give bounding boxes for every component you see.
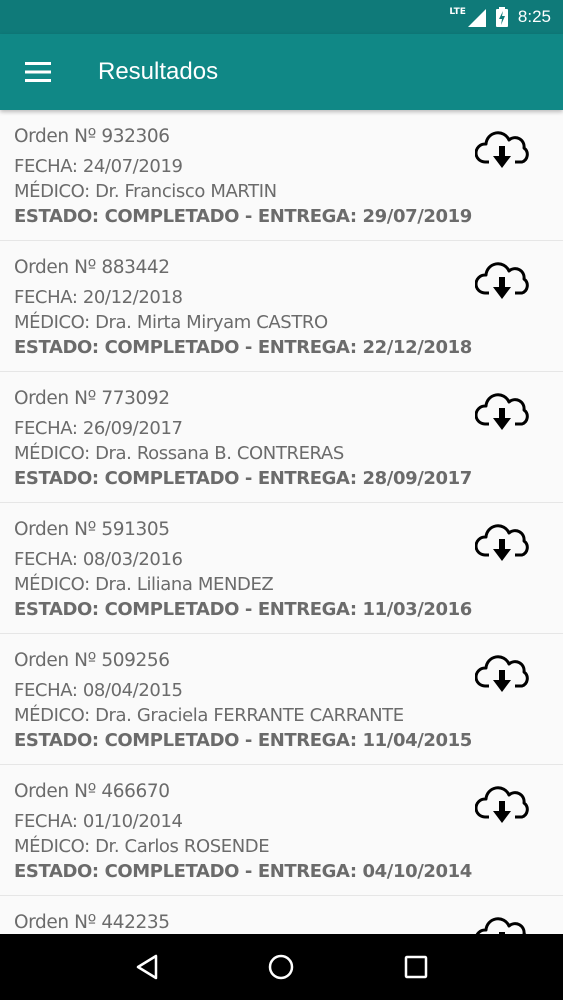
order-doctor: MÉDICO: Dra. Rossana B. CONTRERAS xyxy=(14,443,344,464)
battery-icon xyxy=(495,7,508,27)
order-status: ESTADO: COMPLETADO - ENTREGA: 11/04/2015 xyxy=(14,730,472,751)
menu-button[interactable] xyxy=(0,34,76,110)
app-bar: Resultados xyxy=(0,34,563,110)
circle-home-icon xyxy=(269,954,294,980)
system-navigation-bar xyxy=(0,934,563,1000)
order-doctor: MÉDICO: Dra. Graciela FERRANTE CARRANTE xyxy=(14,705,404,726)
result-row[interactable]: Orden Nº 883442 FECHA: 20/12/2018 MÉDICO… xyxy=(0,241,563,372)
order-status: ESTADO: COMPLETADO - ENTREGA: 29/07/2019 xyxy=(14,206,472,227)
cloud-download-icon[interactable] xyxy=(475,783,529,825)
order-doctor: MÉDICO: Dra. Liliana MENDEZ xyxy=(14,574,274,595)
network-type-label: LTE xyxy=(449,7,466,17)
cloud-download-icon[interactable] xyxy=(475,914,529,934)
result-row[interactable]: Orden Nº 591305 FECHA: 08/03/2016 MÉDICO… xyxy=(0,503,563,634)
order-doctor: MÉDICO: Dr. Francisco MARTIN xyxy=(14,181,277,202)
cloud-download-icon[interactable] xyxy=(475,128,529,170)
triangle-back-icon xyxy=(136,954,158,980)
order-status: ESTADO: COMPLETADO - ENTREGA: 04/10/2014 xyxy=(14,861,472,882)
status-bar: LTE 8:25 xyxy=(0,0,563,34)
order-doctor: MÉDICO: Dr. Carlos ROSENDE xyxy=(14,836,270,857)
cloud-download-icon[interactable] xyxy=(475,390,529,432)
cloud-download-icon[interactable] xyxy=(475,521,529,563)
order-status: ESTADO: COMPLETADO - ENTREGA: 28/09/2017 xyxy=(14,468,472,489)
results-list[interactable]: Orden Nº 932306 FECHA: 24/07/2019 MÉDICO… xyxy=(0,110,563,934)
result-row[interactable]: Orden Nº 509256 FECHA: 08/04/2015 MÉDICO… xyxy=(0,634,563,765)
recents-button[interactable] xyxy=(396,947,436,987)
order-status: ESTADO: COMPLETADO - ENTREGA: 11/03/2016 xyxy=(14,599,472,620)
home-button[interactable] xyxy=(261,947,301,987)
hamburger-menu-icon xyxy=(25,62,51,82)
back-button[interactable] xyxy=(127,947,167,987)
cloud-download-icon[interactable] xyxy=(475,652,529,694)
result-row[interactable]: Orden Nº 442235 xyxy=(0,896,563,934)
clock: 8:25 xyxy=(517,7,551,26)
cloud-download-icon[interactable] xyxy=(475,259,529,301)
page-title: Resultados xyxy=(98,58,219,85)
order-status: ESTADO: COMPLETADO - ENTREGA: 22/12/2018 xyxy=(14,337,472,358)
square-recents-icon xyxy=(404,955,428,979)
order-doctor: MÉDICO: Dra. Mirta Miryam CASTRO xyxy=(14,312,328,333)
result-row[interactable]: Orden Nº 932306 FECHA: 24/07/2019 MÉDICO… xyxy=(0,110,563,241)
result-row[interactable]: Orden Nº 466670 FECHA: 01/10/2014 MÉDICO… xyxy=(0,765,563,896)
result-row[interactable]: Orden Nº 773092 FECHA: 26/09/2017 MÉDICO… xyxy=(0,372,563,503)
signal-indicator: LTE xyxy=(449,7,486,27)
signal-icon xyxy=(467,9,486,27)
